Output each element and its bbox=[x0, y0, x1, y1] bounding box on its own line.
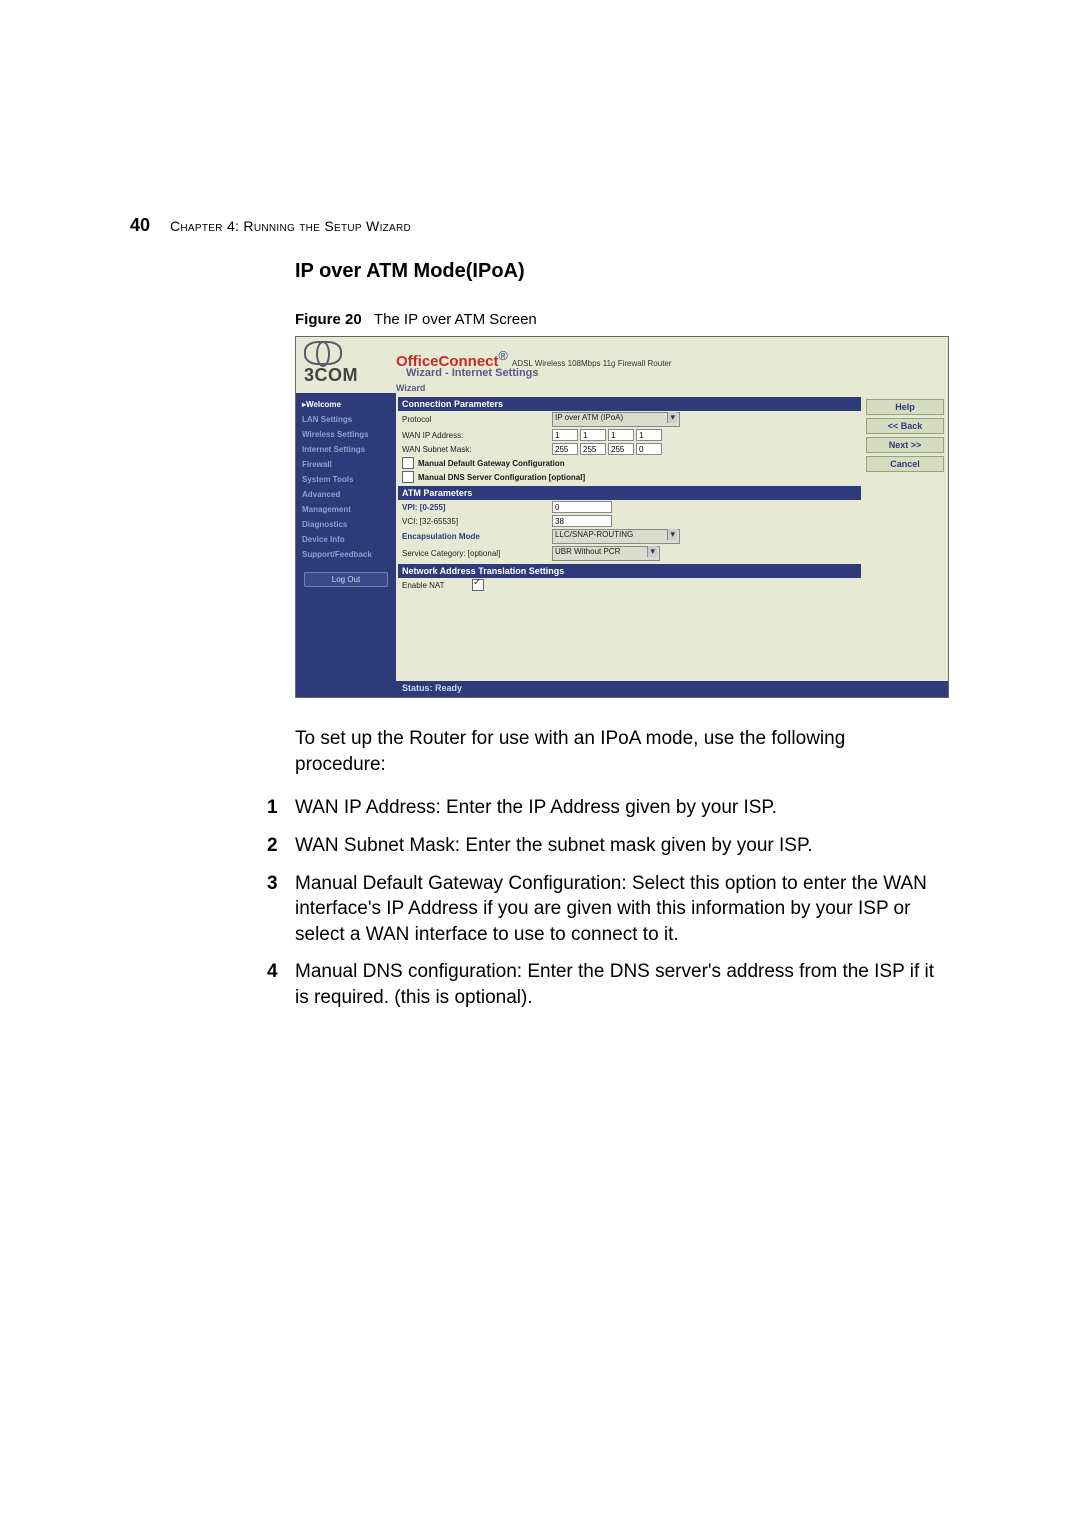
manual-gateway-checkbox[interactable] bbox=[402, 457, 414, 469]
step-4: 4Manual DNS configuration: Enter the DNS… bbox=[295, 959, 945, 1010]
label-vpi: VPI: [0-255] bbox=[402, 503, 552, 512]
cancel-button[interactable]: Cancel bbox=[866, 456, 944, 472]
step-2: 2WAN Subnet Mask: Enter the subnet mask … bbox=[295, 833, 945, 859]
document-page: 40 Chapter 4: Running the Setup Wizard I… bbox=[0, 0, 1080, 1527]
back-button[interactable]: << Back bbox=[866, 418, 944, 434]
step-1-text: WAN IP Address: Enter the IP Address giv… bbox=[295, 797, 777, 818]
sidebar-item-wireless-settings[interactable]: Wireless Settings bbox=[296, 427, 396, 442]
section-heading: IP over ATM Mode(IPoA) bbox=[295, 260, 960, 283]
globe-icon bbox=[304, 341, 342, 365]
vci-input[interactable] bbox=[552, 515, 612, 527]
sidebar-item-device-info[interactable]: Device Info bbox=[296, 532, 396, 547]
sidebar: Welcome LAN Settings Wireless Settings I… bbox=[296, 393, 396, 697]
section-connection-parameters: Connection Parameters bbox=[398, 397, 861, 411]
router-screenshot: 3COM OfficeConnect® ADSL Wireless 108Mbp… bbox=[295, 336, 949, 698]
sidebar-item-diagnostics[interactable]: Diagnostics bbox=[296, 517, 396, 532]
sidebar-item-support[interactable]: Support/Feedback bbox=[296, 547, 396, 562]
figure-label: Figure 20 bbox=[295, 311, 362, 328]
wizard-subtitle: Wizard - Internet Settings bbox=[406, 367, 539, 379]
log-out-button[interactable]: Log Out bbox=[304, 572, 388, 587]
wan-mask-octet-1[interactable] bbox=[552, 443, 578, 455]
label-enable-nat: Enable NAT bbox=[402, 581, 472, 590]
wan-ip-octet-2[interactable] bbox=[580, 429, 606, 441]
label-vci: VCI: [32-65535] bbox=[402, 517, 552, 526]
status-bar: Status: Ready bbox=[396, 681, 948, 697]
label-encapsulation: Encapsulation Mode bbox=[402, 532, 552, 541]
page-number: 40 bbox=[130, 215, 150, 236]
sidebar-item-system-tools[interactable]: System Tools bbox=[296, 472, 396, 487]
wan-ip-octet-3[interactable] bbox=[608, 429, 634, 441]
figure-caption: Figure 20 The IP over ATM Screen bbox=[295, 311, 960, 328]
label-wan-mask: WAN Subnet Mask: bbox=[402, 445, 552, 454]
vpi-input[interactable] bbox=[552, 501, 612, 513]
page-content: IP over ATM Mode(IPoA) Figure 20 The IP … bbox=[295, 260, 960, 1011]
step-3: 3Manual Default Gateway Configuration: S… bbox=[295, 871, 945, 948]
sidebar-item-internet-settings[interactable]: Internet Settings bbox=[296, 442, 396, 457]
enable-nat-checkbox[interactable] bbox=[472, 579, 484, 591]
label-manual-dns: Manual DNS Server Configuration [optiona… bbox=[418, 473, 585, 482]
step-2-text: WAN Subnet Mask: Enter the subnet mask g… bbox=[295, 835, 812, 856]
step-4-text: Manual DNS configuration: Enter the DNS … bbox=[295, 961, 934, 1008]
label-protocol: Protocol bbox=[402, 415, 552, 424]
help-button[interactable]: Help bbox=[866, 399, 944, 415]
label-wan-ip: WAN IP Address: bbox=[402, 431, 552, 440]
figure-caption-text: The IP over ATM Screen bbox=[374, 311, 537, 328]
label-manual-gateway: Manual Default Gateway Configuration bbox=[418, 459, 565, 468]
section-nat-settings: Network Address Translation Settings bbox=[398, 564, 861, 578]
breadcrumb: Wizard bbox=[396, 383, 425, 393]
wan-mask-octet-3[interactable] bbox=[608, 443, 634, 455]
protocol-select[interactable]: IP over ATM (IPoA) bbox=[552, 412, 680, 427]
label-service-category: Service Category: [optional] bbox=[402, 549, 552, 558]
sidebar-item-firewall[interactable]: Firewall bbox=[296, 457, 396, 472]
step-3-text: Manual Default Gateway Configuration: Se… bbox=[295, 873, 927, 945]
manual-dns-checkbox[interactable] bbox=[402, 471, 414, 483]
sidebar-item-management[interactable]: Management bbox=[296, 502, 396, 517]
vendor-logo: 3COM bbox=[304, 341, 364, 389]
wizard-buttons: Help << Back Next >> Cancel bbox=[866, 399, 944, 475]
wan-mask-octet-4[interactable] bbox=[636, 443, 662, 455]
encapsulation-select[interactable]: LLC/SNAP-ROUTING bbox=[552, 529, 680, 544]
next-button[interactable]: Next >> bbox=[866, 437, 944, 453]
service-category-select[interactable]: UBR Without PCR bbox=[552, 546, 660, 561]
sidebar-item-lan-settings[interactable]: LAN Settings bbox=[296, 412, 396, 427]
procedure-list: 1WAN IP Address: Enter the IP Address gi… bbox=[295, 795, 945, 1010]
chapter-header: Chapter 4: Running the Setup Wizard bbox=[170, 218, 411, 234]
intro-paragraph: To set up the Router for use with an IPo… bbox=[295, 726, 935, 777]
router-main: Connection Parameters Protocol IP over A… bbox=[396, 393, 863, 679]
wan-ip-octet-1[interactable] bbox=[552, 429, 578, 441]
brand-text: 3COM bbox=[304, 365, 364, 386]
sidebar-item-advanced[interactable]: Advanced bbox=[296, 487, 396, 502]
wan-ip-octet-4[interactable] bbox=[636, 429, 662, 441]
router-header: 3COM OfficeConnect® ADSL Wireless 108Mbp… bbox=[296, 337, 948, 393]
step-1: 1WAN IP Address: Enter the IP Address gi… bbox=[295, 795, 945, 821]
section-atm-parameters: ATM Parameters bbox=[398, 486, 861, 500]
wan-mask-octet-2[interactable] bbox=[580, 443, 606, 455]
sidebar-item-welcome[interactable]: Welcome bbox=[296, 397, 396, 412]
